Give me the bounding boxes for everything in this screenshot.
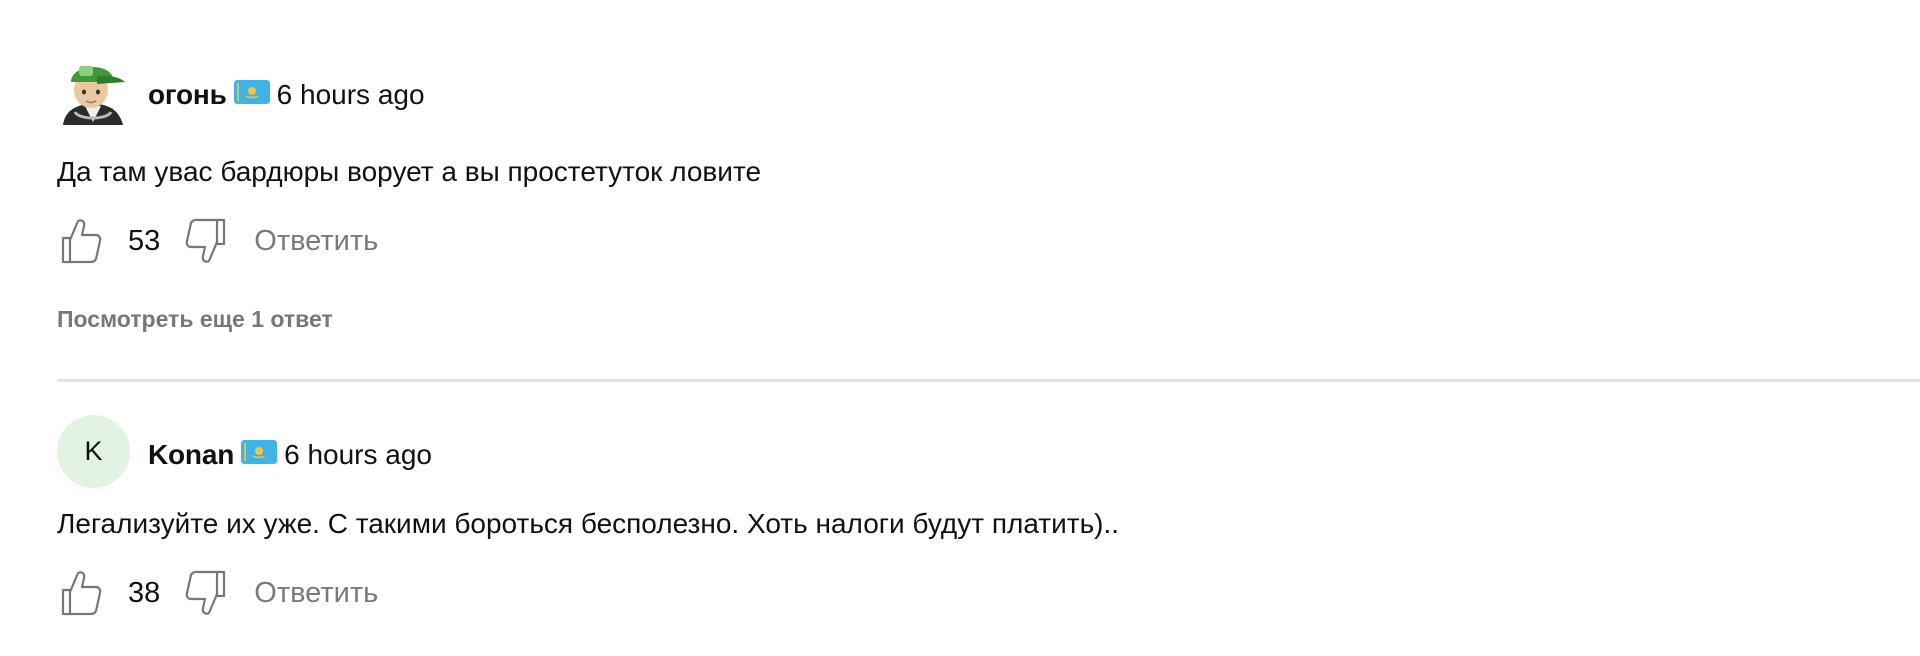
show-more-replies-link[interactable]: Посмотреть еще 1 ответ: [57, 306, 333, 333]
dislike-button[interactable]: [182, 214, 230, 268]
kazakhstan-flag-icon: [233, 80, 270, 104]
comment: огонь 6 hours ago Да там увас бардюры во…: [0, 0, 1920, 370]
thumbs-down-icon: [185, 218, 226, 263]
dislike-button[interactable]: [182, 566, 230, 620]
comment-text: Легализуйте их уже. С такими бороться бе…: [57, 508, 1120, 539]
username[interactable]: Konan: [148, 439, 234, 471]
comment-timestamp: 6 hours ago: [276, 79, 425, 110]
avatar-initial: K: [84, 436, 103, 466]
comment-text: Да там увас бардюры ворует а вы простету…: [57, 156, 762, 187]
comment-actions: 38 Ответить: [57, 566, 378, 620]
reply-button[interactable]: Ответить: [254, 577, 378, 610]
username[interactable]: огонь: [148, 79, 227, 111]
user-avatar[interactable]: [57, 52, 130, 125]
like-count: 38: [128, 576, 161, 609]
cartoon-avatar-icon: [63, 66, 125, 125]
kazakhstan-flag-icon: [241, 440, 278, 464]
reply-button[interactable]: Ответить: [254, 225, 378, 258]
like-count: 53: [128, 224, 161, 257]
thumbs-up-icon: [61, 219, 102, 264]
user-avatar[interactable]: K: [57, 415, 130, 488]
comment-meta: Konan 6 hours ago: [148, 435, 432, 475]
comment-meta: огонь 6 hours ago: [148, 75, 425, 115]
comment-actions: 53 Ответить: [57, 214, 378, 268]
like-button[interactable]: [57, 566, 105, 620]
comment: K Konan 6 hours ago Легализуйте их уже. …: [0, 382, 1920, 656]
like-button[interactable]: [57, 214, 105, 268]
thumbs-down-icon: [185, 570, 226, 615]
comment-timestamp: 6 hours ago: [284, 439, 432, 470]
thumbs-up-icon: [61, 571, 102, 616]
